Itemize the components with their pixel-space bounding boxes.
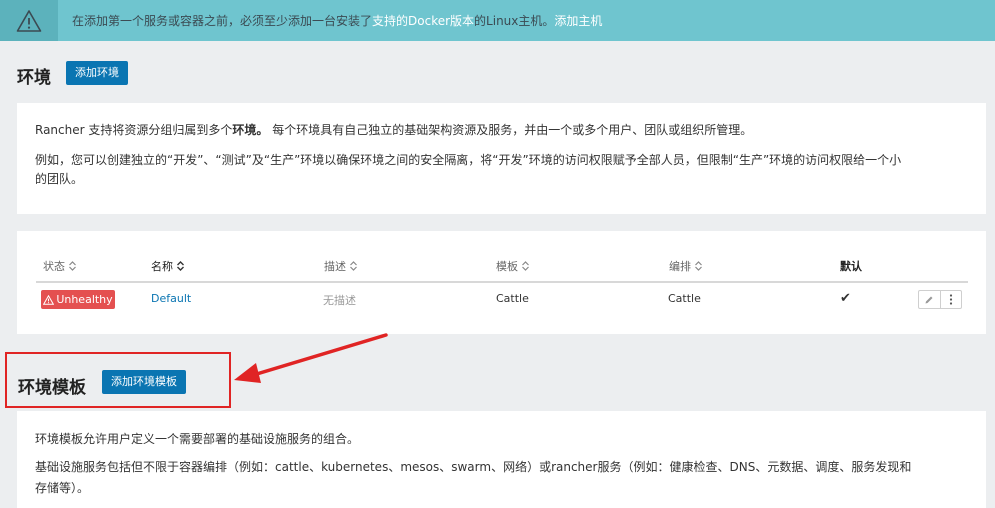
column-header-template[interactable]: 模板 [496,258,530,274]
add-host-link[interactable]: 添加主机 [554,14,602,28]
more-vertical-icon [949,294,952,305]
sort-icon [695,261,702,271]
default-check-icon: ✔ [840,291,851,306]
notice-banner: 在添加第一个服务或容器之前，必须至少添加一台安装了支持的Docker版本的Lin… [0,0,995,41]
more-actions-button[interactable] [939,291,962,308]
environment-name-link[interactable]: Default [151,292,191,305]
warning-icon [0,0,58,41]
templates-description-line2: 基础设施服务包括但不限于容器编排（例如：cattle、kubernetes、me… [35,460,912,474]
environments-description-line2: 例如，您可以创建独立的“开发”、“测试”及“生产”环境以确保环境之间的安全隔离，… [35,153,902,167]
environments-description-line1: Rancher 支持将资源分组归属到多个环境。 每个环境具有自己独立的基础架构资… [35,123,753,137]
templates-description-line3: 存储等）。 [35,481,90,495]
pencil-icon [925,296,933,303]
templates-description-line1: 环境模板允许用户定义一个需要部署的基础设施服务的组合。 [35,432,360,446]
sort-icon [350,261,357,271]
environments-description-line3: 的团队。 [35,172,84,186]
environment-template: Cattle [496,292,529,305]
warning-icon [43,294,55,305]
add-environment-button[interactable]: 添加环境 [66,61,128,85]
column-header-state[interactable]: 状态 [43,258,77,274]
highlight-arrow-icon [234,333,388,383]
notice-text: 在添加第一个服务或容器之前，必须至少添加一台安装了支持的Docker版本的Lin… [72,14,603,28]
column-header-description[interactable]: 描述 [324,258,358,274]
edit-button[interactable] [919,291,940,308]
column-header-orchestration[interactable]: 编排 [669,258,703,274]
environment-orchestration: Cattle [668,292,701,305]
highlight-box [5,352,231,408]
column-header-name[interactable]: 名称 [151,258,185,274]
docker-version-link[interactable]: 支持的Docker版本 [372,14,474,28]
table-header-divider [36,281,968,283]
environment-description: 无描述 [323,294,356,307]
sort-icon [69,261,76,271]
environments-title: 环境 [17,68,51,88]
status-badge: Unhealthy [41,290,115,309]
sort-icon [177,261,184,271]
sort-icon [522,261,529,271]
column-header-default: 默认 [840,260,862,273]
row-actions [918,290,962,309]
